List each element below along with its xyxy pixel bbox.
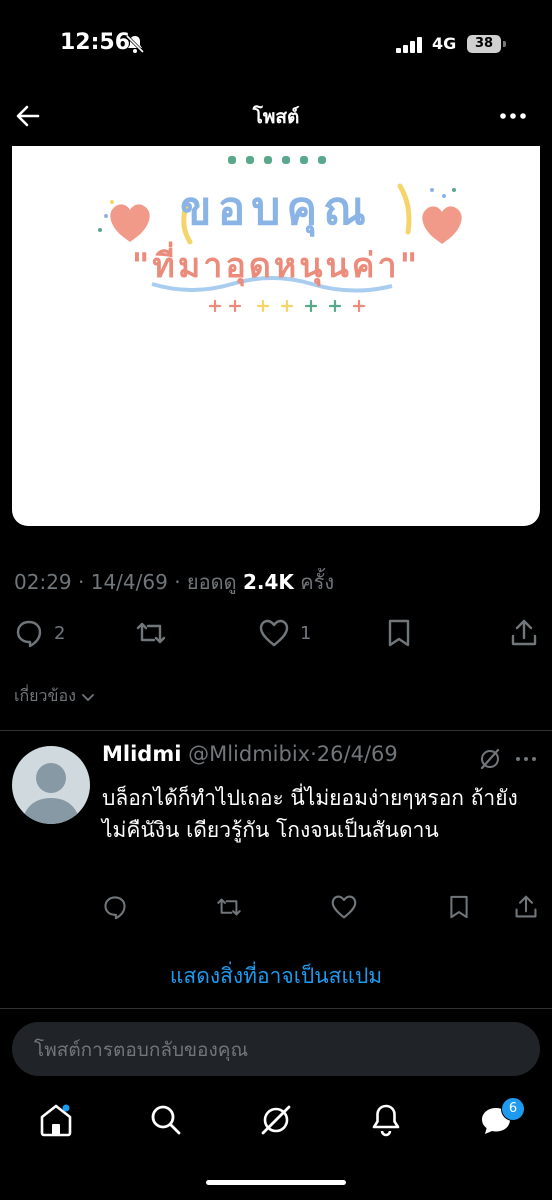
avatar[interactable] (12, 746, 90, 824)
status-time: 12:56 (60, 30, 131, 55)
share-icon[interactable] (514, 894, 538, 920)
reply-header: Mlidmi @Mlidmibix·26/4/69 (102, 742, 398, 766)
chevron-down-icon (81, 693, 94, 701)
signal-icon (396, 37, 422, 53)
bookmark-icon (388, 619, 410, 647)
related-toggle[interactable]: เกี่ยวข้อง (14, 684, 96, 709)
views-count[interactable]: 2.4K (243, 570, 294, 594)
reply-icon (16, 620, 42, 648)
reply-icon[interactable] (102, 894, 128, 920)
reply-button[interactable]: 2 (14, 618, 65, 648)
bell-off-icon (125, 34, 145, 54)
bookmark-button[interactable] (386, 618, 412, 648)
network-type: 4G (432, 34, 457, 53)
bookmark-icon[interactable] (448, 894, 470, 920)
grok-nav-icon[interactable] (256, 1100, 296, 1140)
reply-author-name[interactable]: Mlidmi (102, 742, 181, 766)
reply-input[interactable] (32, 1022, 516, 1078)
related-label: เกี่ยวข้อง (14, 686, 76, 705)
battery-nub (503, 41, 506, 47)
reply-text: บล็อกได้ก็ทำไปเถอะ นี่ไม่ยอมง่ายๆหรอก ถ้… (102, 786, 518, 842)
like-button[interactable]: 1 (258, 618, 311, 648)
post-actions: 2 1 (0, 612, 552, 656)
reply-composer[interactable] (12, 1022, 540, 1078)
default-avatar-icon (22, 763, 80, 824)
reply-count: 2 (54, 622, 66, 644)
views-label: ยอดดู (186, 570, 237, 594)
reply-sep: · (310, 742, 317, 766)
page-title: โพสต์ (252, 106, 300, 128)
views-suffix: ครั้ง (300, 570, 335, 594)
reply-actions (0, 894, 552, 924)
post-page: 12:56 4G 38 โพสต์ ขอบคุณ "ที่มาอุดหนุนค่… (0, 0, 552, 1200)
bell-icon[interactable] (366, 1100, 406, 1140)
divider (0, 730, 552, 731)
battery-icon: 38 (467, 35, 501, 53)
home-indicator (206, 1180, 346, 1185)
post-header: โพสต์ (0, 92, 552, 138)
share-icon (511, 619, 537, 646)
home-icon[interactable] (36, 1100, 76, 1140)
repost-icon[interactable] (215, 894, 243, 920)
like-count: 1 (300, 622, 312, 644)
grok-icon[interactable] (478, 746, 502, 772)
share-button[interactable] (510, 618, 538, 648)
repost-button[interactable] (134, 618, 168, 648)
status-bar: 12:56 4G 38 (0, 0, 552, 90)
reply-more-icon[interactable] (514, 746, 538, 772)
more-icon[interactable] (498, 102, 528, 130)
reply-author-handle[interactable]: @Mlidmibix (188, 742, 310, 766)
like-icon[interactable] (330, 894, 358, 920)
show-spam-link[interactable]: แสดงสิ่งที่อาจเป็นสแปม (0, 960, 552, 993)
search-icon[interactable] (146, 1100, 186, 1140)
meta-sep-1: · (78, 570, 91, 594)
divider (0, 1008, 552, 1009)
post-time: 02:29 (14, 570, 72, 594)
image-text-sub: "ที่มาอุดหนุนค่า" (131, 246, 421, 286)
post-date: 14/4/69 (90, 570, 168, 594)
repost-icon (136, 622, 166, 644)
reply-date: 26/4/69 (316, 742, 398, 766)
post-meta: 02:29 · 14/4/69 · ยอดดู 2.4K ครั้ง (14, 566, 334, 598)
post-image[interactable]: ขอบคุณ "ที่มาอุดหนุนค่า" (12, 146, 540, 526)
meta-sep-2: · (174, 570, 187, 594)
like-icon (259, 619, 289, 647)
bottom-nav (0, 1090, 552, 1150)
image-text-main: ขอบคุณ (180, 181, 372, 235)
messages-badge: 6 (501, 1097, 525, 1121)
